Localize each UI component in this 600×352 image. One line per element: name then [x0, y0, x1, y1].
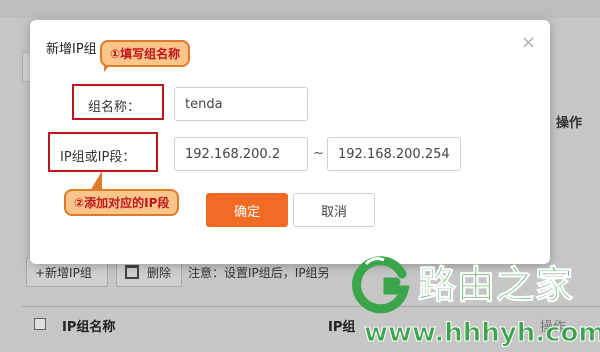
- select-all-checkbox[interactable]: [34, 318, 46, 330]
- ip-start-input[interactable]: [174, 137, 308, 171]
- group-name-label: 组名称：: [88, 100, 141, 115]
- ok-button[interactable]: 确定: [206, 193, 288, 227]
- callout-step-2: ②添加对应的IP段: [64, 189, 180, 216]
- ip-end-input[interactable]: [327, 137, 461, 171]
- dialog-title: 新增IP组: [46, 42, 97, 57]
- watermark-url: www.hhhyh.com: [364, 318, 600, 349]
- watermark-logo-icon: [352, 256, 410, 314]
- callout-2-pointer: [90, 171, 102, 191]
- delete-button-label: 删除: [147, 265, 172, 280]
- watermark-brand: 路由之家: [417, 263, 575, 308]
- background-operation-header: 操作: [556, 116, 583, 131]
- close-icon[interactable]: ×: [521, 34, 536, 52]
- ip-range-label: IP组或IP段：: [60, 150, 136, 165]
- ip-range-separator: ~: [313, 146, 324, 161]
- trash-icon: [125, 265, 139, 279]
- group-name-input[interactable]: [174, 87, 308, 121]
- background-note: 注意：设置IP组后，IP组另: [188, 266, 330, 280]
- table-col-name: IP组名称: [62, 320, 116, 335]
- watermark: 路由之家 www.hhhyh.com: [346, 248, 600, 352]
- callout-step-1: ①填写组名称: [100, 40, 191, 67]
- cancel-button[interactable]: 取消: [293, 193, 375, 227]
